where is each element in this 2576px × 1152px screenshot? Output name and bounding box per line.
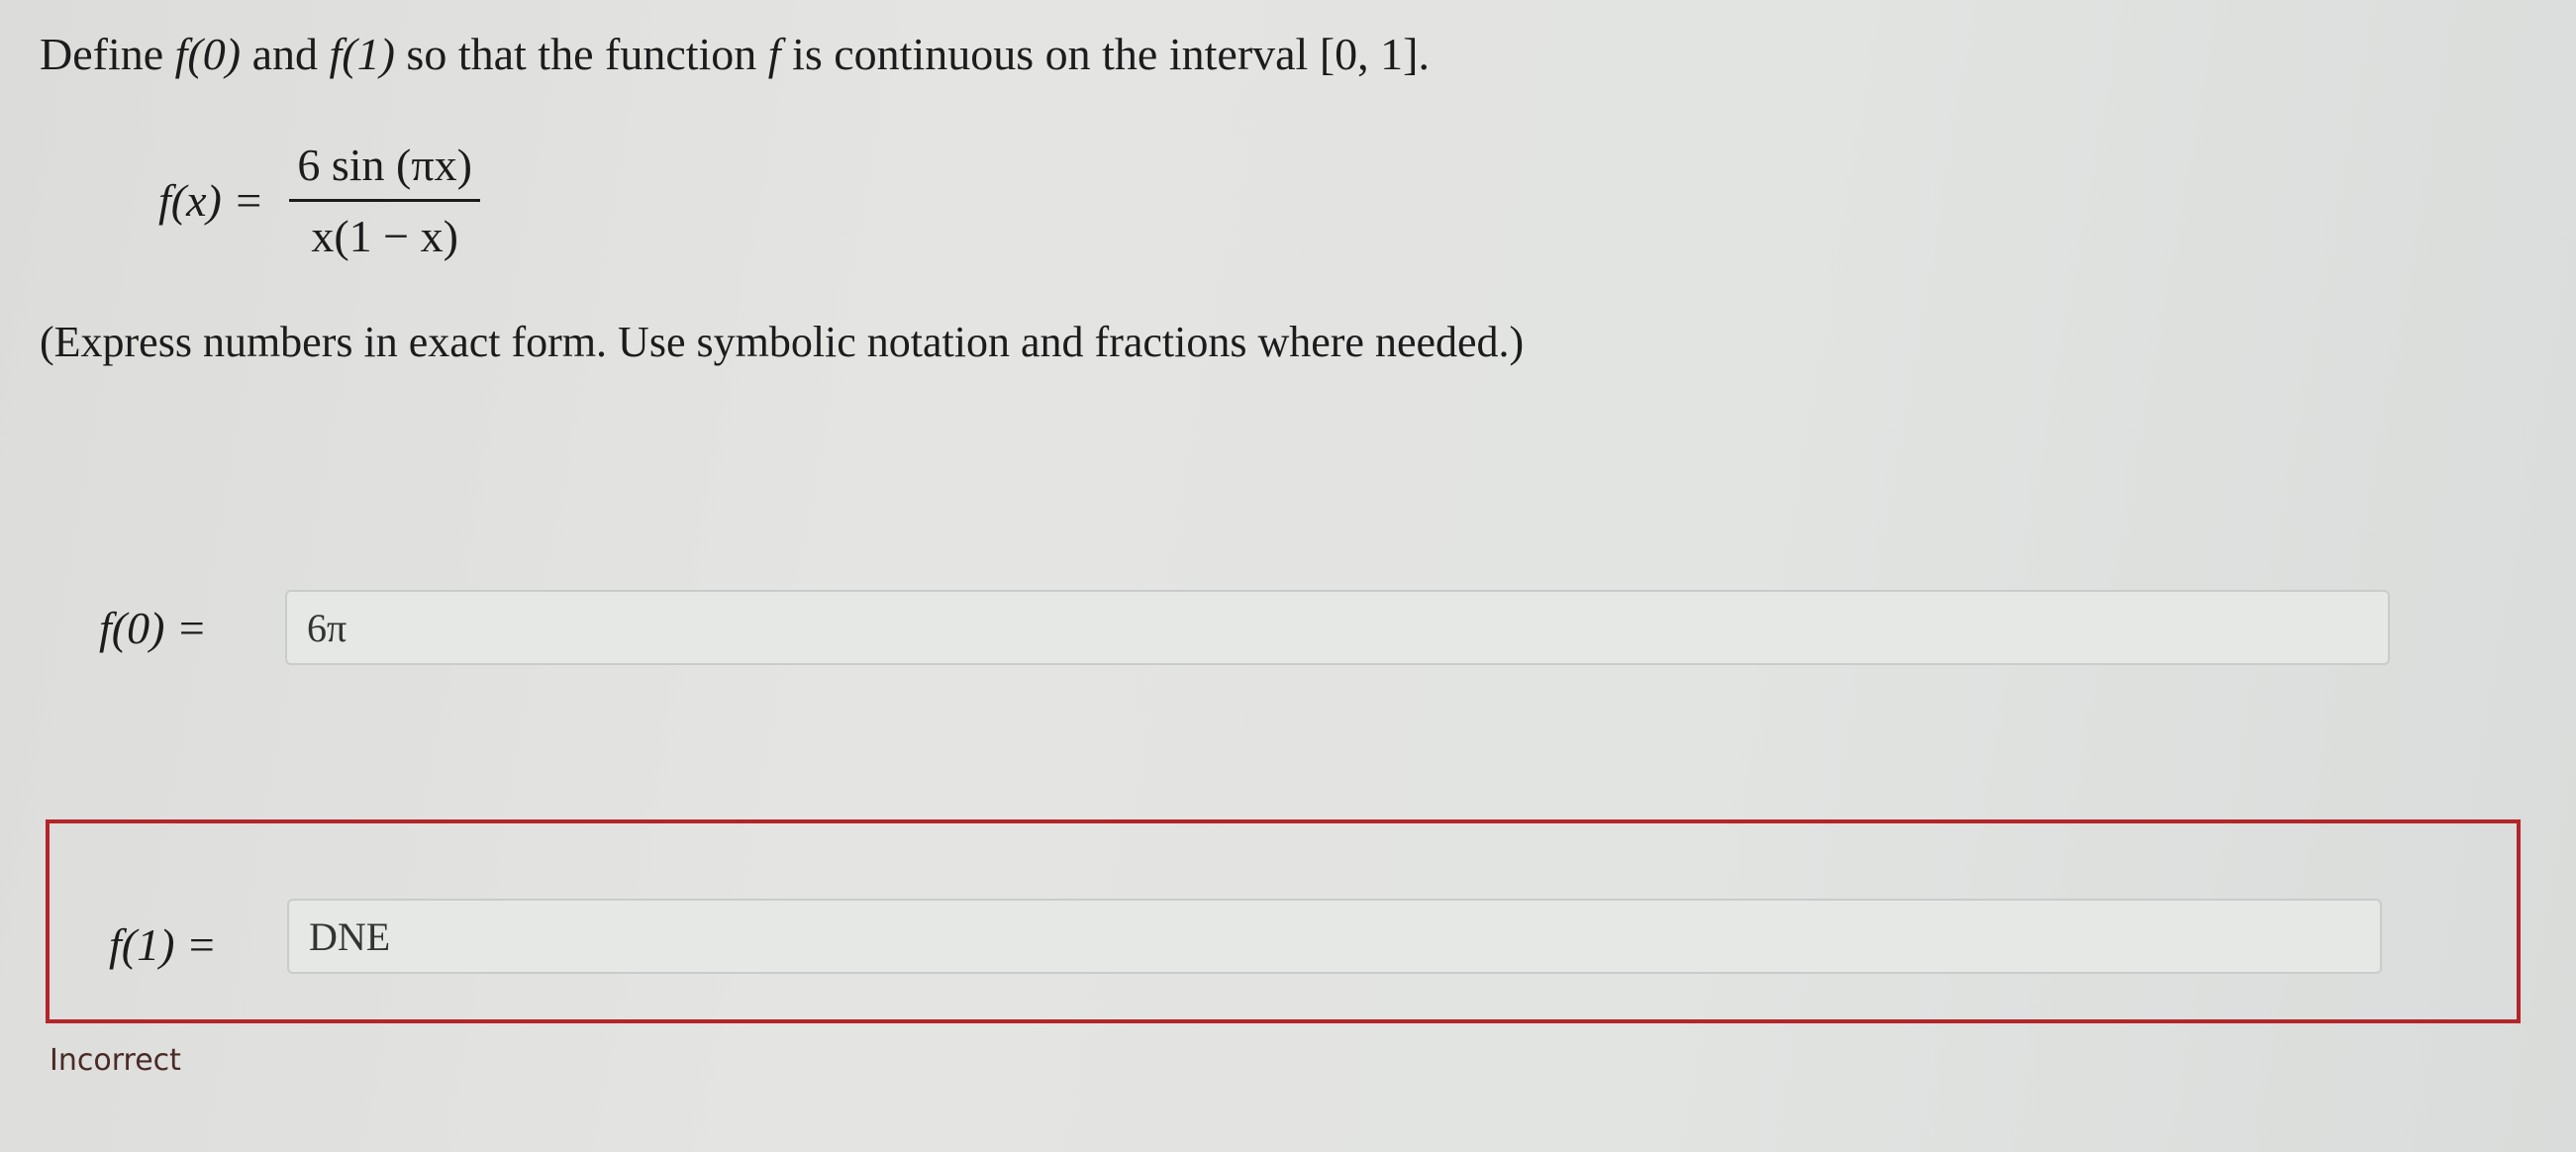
formula-lhs: f(x) = bbox=[158, 175, 264, 226]
f0-answer-label: f(0) = bbox=[99, 603, 207, 653]
f1-answer-group: f(1) = DNE bbox=[46, 819, 2521, 1023]
fraction-numerator: 6 sin (πx) bbox=[297, 140, 472, 190]
f0-term: f(0) bbox=[174, 29, 242, 79]
f-term: f bbox=[767, 29, 781, 79]
function-definition: f(x) = 6 sin (πx) x(1 − x) bbox=[158, 139, 480, 262]
f0-answer-input[interactable]: 6π bbox=[285, 590, 2390, 665]
f0-answer-value: 6π bbox=[307, 605, 347, 650]
fraction-denominator: x(1 − x) bbox=[311, 211, 458, 261]
question-text: Define f(0) and f(1) so that the functio… bbox=[40, 29, 1430, 79]
fraction: 6 sin (πx) x(1 − x) bbox=[289, 139, 480, 262]
feedback-incorrect: Incorrect bbox=[50, 1043, 181, 1078]
f1-answer-value: DNE bbox=[309, 913, 391, 959]
f1-answer-input[interactable]: DNE bbox=[287, 899, 2382, 974]
f1-answer-label: f(1) = bbox=[109, 919, 217, 970]
instructions-text: (Express numbers in exact form. Use symb… bbox=[40, 318, 1525, 366]
f1-term: f(1) bbox=[329, 29, 395, 79]
